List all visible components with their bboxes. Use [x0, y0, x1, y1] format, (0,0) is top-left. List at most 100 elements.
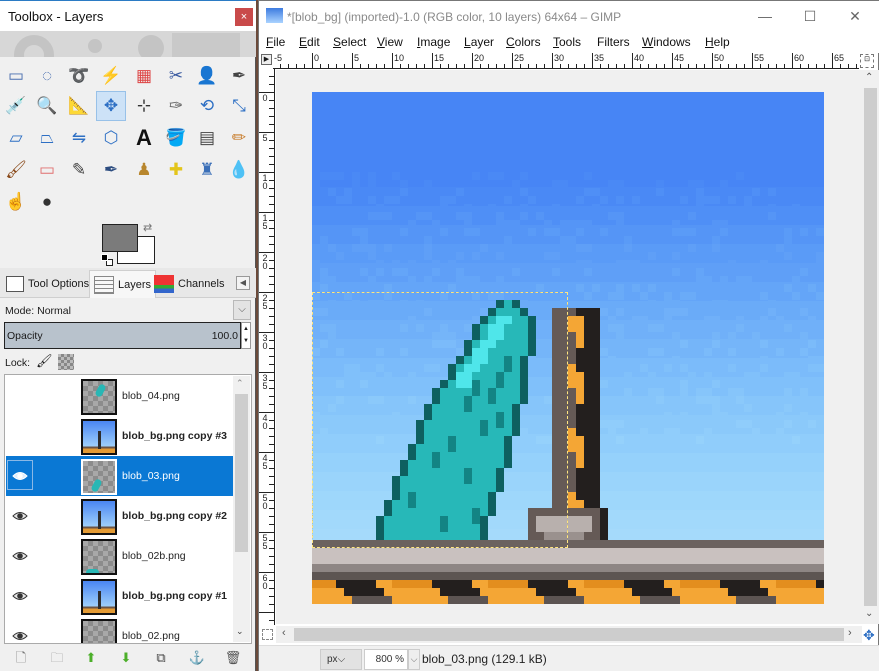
pencil-tool-button[interactable]: ✏: [224, 123, 254, 153]
duplicate-layer-button[interactable]: ⧉: [152, 650, 170, 666]
lock-pixels-icon[interactable]: 🖌: [36, 353, 53, 369]
anchor-layer-button[interactable]: ⚓: [188, 650, 206, 666]
image-canvas[interactable]: [312, 92, 824, 604]
raise-layer-button[interactable]: ⬆: [82, 650, 100, 666]
vertical-ruler[interactable]: 0 5 1 0 1 5 2 0 2 5 3 0 3 5 4 0 4 5 5 0 5 5 6 0: [259, 69, 275, 625]
navigate-icon[interactable]: ✥: [863, 627, 875, 644]
tab-channels[interactable]: Channels: [150, 270, 228, 298]
menu-filters[interactable]: Filters: [597, 35, 630, 49]
menu-windows[interactable]: Windows: [642, 35, 691, 49]
blend-tool-button[interactable]: ▤: [192, 123, 222, 153]
opacity-spinner[interactable]: ▲ ▼: [241, 322, 251, 349]
scroll-down-icon[interactable]: ⌄: [236, 626, 244, 637]
menu-help[interactable]: Help: [705, 35, 730, 49]
menu-file[interactable]: File: [266, 35, 285, 49]
new-layer-button[interactable]: 🗋: [12, 650, 30, 666]
align-tool-button[interactable]: ⊹: [129, 91, 159, 121]
layer-row[interactable]: blob_03.png: [6, 456, 234, 496]
menu-tools[interactable]: Tools: [553, 35, 581, 49]
tab-tool-options[interactable]: Tool Options: [2, 270, 93, 298]
horizontal-ruler[interactable]: -5 0 5 10 15 20 25 30 35 40 45 50 55 60 65: [273, 53, 859, 69]
unit-dropdown[interactable]: px⌵: [320, 649, 362, 670]
horizontal-scrollbar[interactable]: ‹ ›: [276, 626, 862, 643]
airbrush-tool-button[interactable]: ✎: [64, 155, 94, 185]
dodge-burn-tool-button[interactable]: ●: [32, 187, 62, 217]
layer-row[interactable]: blob_bg.png copy #3: [6, 416, 234, 456]
scroll-right-icon[interactable]: ›: [848, 627, 852, 639]
healing-tool-button[interactable]: ✚: [161, 155, 191, 185]
scroll-up-icon[interactable]: ⌃: [865, 72, 873, 83]
paintbrush-tool-button[interactable]: 🖌: [1, 155, 31, 185]
measure-tool-button[interactable]: 📐: [64, 91, 94, 121]
wilber-drop-area[interactable]: [0, 31, 256, 57]
layers-scrollbar[interactable]: ⌃ ⌄: [233, 376, 250, 642]
crop-tool-button[interactable]: ✑: [161, 91, 191, 121]
perspective-tool-button[interactable]: ⏢: [32, 123, 62, 153]
color-picker-tool-button[interactable]: 💉: [1, 91, 31, 121]
shear-tool-button[interactable]: ▱: [1, 123, 31, 153]
menu-view[interactable]: View: [377, 35, 403, 49]
minimize-button[interactable]: —: [750, 6, 780, 26]
scrollbar-thumb[interactable]: [235, 394, 248, 552]
rect-select-tool-button[interactable]: ▭: [1, 61, 31, 91]
text-tool-button[interactable]: A: [129, 123, 159, 153]
eye-icon[interactable]: [12, 469, 28, 483]
default-colors-fg-icon[interactable]: [101, 254, 108, 261]
menu-arrow-button[interactable]: ▶: [261, 54, 272, 65]
tab-layers[interactable]: Layers: [89, 270, 157, 298]
canvas-area[interactable]: [276, 70, 862, 624]
menu-select[interactable]: Select: [333, 35, 366, 49]
eye-icon[interactable]: [12, 629, 28, 643]
mode-dropdown-icon[interactable]: ⌵: [233, 300, 251, 320]
foreground-color-swatch[interactable]: [102, 224, 138, 252]
scrollbar-thumb[interactable]: [294, 628, 844, 641]
toolbox-titlebar[interactable]: Toolbox - Layers ×: [0, 0, 256, 31]
menu-edit[interactable]: Edit: [299, 35, 320, 49]
zoom-tool-button[interactable]: 🔍: [32, 91, 62, 121]
rotate-tool-button[interactable]: ⟲: [192, 91, 222, 121]
eye-icon[interactable]: [12, 589, 28, 603]
clone-tool-button[interactable]: ♟: [129, 155, 159, 185]
scrollbar-thumb[interactable]: [864, 88, 877, 606]
zoom-fit-button[interactable]: ⊡: [860, 54, 874, 68]
blur-sharpen-tool-button[interactable]: 💧: [224, 155, 254, 185]
vertical-scrollbar[interactable]: ⌃ ⌄: [862, 70, 879, 624]
opacity-slider[interactable]: Opacity 100.0: [4, 322, 241, 349]
perspective-clone-tool-button[interactable]: ♜: [192, 155, 222, 185]
eye-icon[interactable]: [12, 549, 28, 563]
delete-layer-button[interactable]: 🗑: [224, 650, 242, 666]
close-button[interactable]: ✕: [840, 6, 870, 26]
zoom-dropdown-icon[interactable]: ⌵: [408, 649, 420, 670]
visibility-toggle[interactable]: [12, 389, 28, 403]
lower-layer-button[interactable]: ⬇: [117, 650, 135, 666]
swap-colors-icon[interactable]: ⇄: [143, 221, 152, 234]
scale-tool-button[interactable]: ⤡: [224, 91, 254, 121]
layer-row[interactable]: blob_bg.png copy #1: [6, 576, 234, 616]
layer-row[interactable]: blob_bg.png copy #2: [6, 496, 234, 536]
scissors-select-tool-button[interactable]: ✂: [161, 61, 191, 91]
paths-tool-button[interactable]: ✒: [224, 61, 254, 91]
select-by-color-tool-button[interactable]: ▦: [129, 61, 159, 91]
eye-icon[interactable]: [12, 509, 28, 523]
quick-mask-toggle[interactable]: [262, 629, 273, 640]
cage-transform-tool-button[interactable]: ⬡: [96, 123, 126, 153]
layer-row[interactable]: blob_02.png: [6, 616, 234, 643]
scroll-down-icon[interactable]: ⌄: [865, 608, 873, 619]
move-tool-button[interactable]: ✥: [96, 91, 126, 121]
toolbox-close-button[interactable]: ×: [235, 8, 253, 26]
smudge-tool-button[interactable]: ☝: [1, 187, 31, 217]
menu-layer[interactable]: Layer: [464, 35, 494, 49]
maximize-button[interactable]: ☐: [795, 6, 825, 26]
image-window-titlebar[interactable]: *[blob_bg] (imported)-1.0 (RGB color, 10…: [259, 1, 879, 32]
layer-row[interactable]: blob_02b.png: [6, 536, 234, 576]
lock-alpha-icon[interactable]: [58, 354, 74, 370]
scroll-up-icon[interactable]: ⌃: [236, 378, 244, 389]
scroll-left-icon[interactable]: ‹: [282, 627, 286, 639]
menu-colors[interactable]: Colors: [506, 35, 541, 49]
eraser-tool-button[interactable]: ▭: [32, 155, 62, 185]
bucket-fill-tool-button[interactable]: 🪣: [161, 123, 191, 153]
new-layer-group-button[interactable]: 🗀: [48, 650, 66, 666]
mode-row[interactable]: Mode: Normal: [0, 300, 256, 322]
visibility-toggle[interactable]: [12, 429, 28, 443]
ellipse-select-tool-button[interactable]: ◌: [32, 61, 62, 91]
